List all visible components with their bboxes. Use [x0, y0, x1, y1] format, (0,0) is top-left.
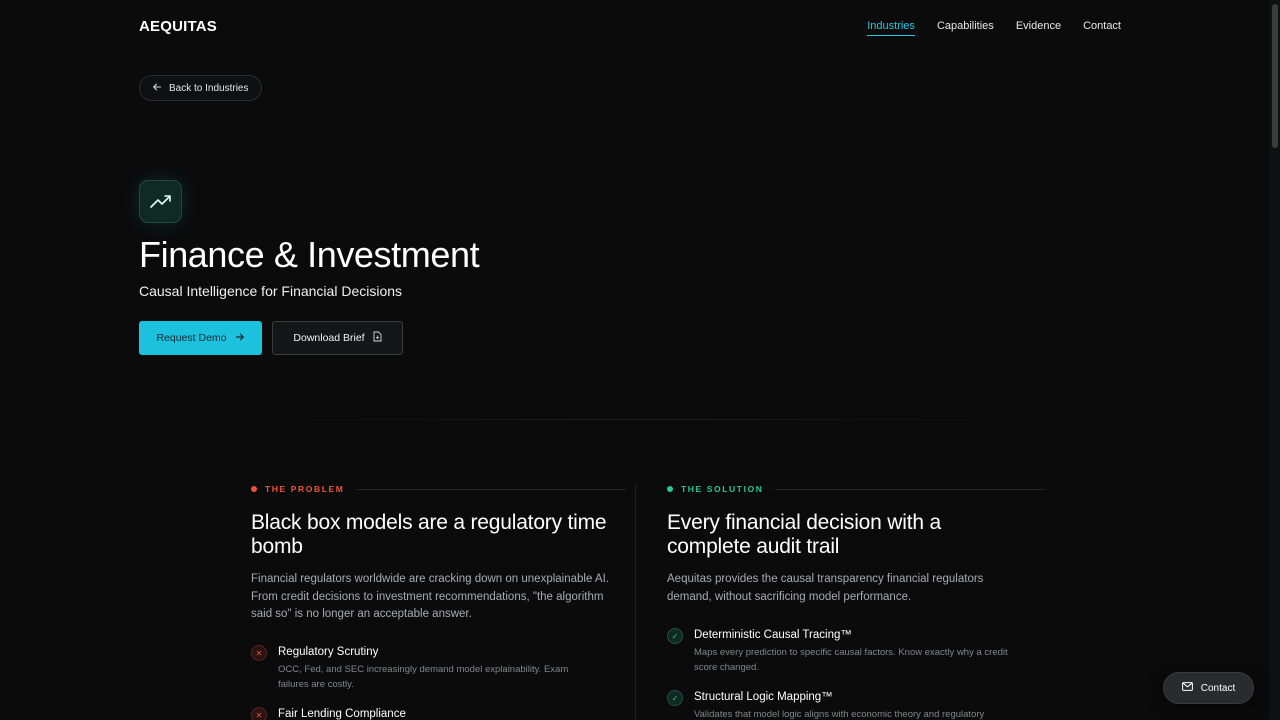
problem-eyebrow: THE PROBLEM	[251, 484, 627, 494]
solution-item-title: Structural Logic Mapping™	[694, 691, 833, 703]
problem-title: Black box models are a regulatory time b…	[251, 511, 607, 558]
nav-link-industries[interactable]: Industries	[867, 20, 915, 36]
problem-item-title: Regulatory Scrutiny	[278, 646, 379, 658]
scrollbar-thumb[interactable]	[1272, 4, 1278, 148]
check-icon: ✓	[667, 628, 683, 644]
solution-eyebrow-label: THE SOLUTION	[681, 484, 764, 494]
solution-item-desc: Maps every prediction to specific causal…	[694, 647, 1008, 673]
solution-eyebrow: THE SOLUTION	[667, 484, 1046, 494]
back-button-label: Back to Industries	[169, 82, 249, 94]
solution-item: ✓ Structural Logic Mapping™ Validates th…	[667, 690, 1014, 720]
check-icon: ✓	[667, 690, 683, 706]
solution-item: ✓ Deterministic Causal Tracing™ Maps eve…	[667, 628, 1014, 675]
nav-link-capabilities[interactable]: Capabilities	[937, 20, 994, 36]
arrow-right-icon	[235, 332, 245, 345]
x-icon: ✕	[251, 645, 267, 661]
red-dot-icon	[251, 486, 257, 492]
column-divider	[635, 484, 636, 720]
document-icon	[373, 331, 382, 345]
download-brief-label: Download Brief	[293, 332, 365, 344]
problem-item-desc: OCC, Fed, and SEC increasingly demand mo…	[278, 664, 569, 690]
mail-icon	[1181, 682, 1193, 694]
section-divider	[240, 419, 1040, 420]
contact-floating-button[interactable]: Contact	[1163, 672, 1254, 704]
solution-item-desc: Validates that model logic aligns with e…	[694, 709, 985, 720]
x-icon: ✕	[251, 707, 267, 720]
solution-body: Aequitas provides the causal transparenc…	[667, 573, 984, 603]
problem-eyebrow-label: THE PROBLEM	[265, 484, 345, 494]
request-demo-button[interactable]: Request Demo	[139, 321, 262, 355]
solution-item-title: Deterministic Causal Tracing™	[694, 629, 852, 641]
solution-title: Every financial decision with a complete…	[667, 511, 941, 558]
problem-body: Financial regulators worldwide are crack…	[251, 573, 609, 620]
top-nav: AEQUITAS Industries Capabilities Evidenc…	[0, 0, 1270, 56]
page-subtitle: Causal Intelligence for Financial Decisi…	[139, 283, 403, 299]
nav-link-contact[interactable]: Contact	[1083, 20, 1121, 36]
request-demo-label: Request Demo	[156, 332, 227, 344]
nav-link-evidence[interactable]: Evidence	[1016, 20, 1061, 36]
nav-links: Industries Capabilities Evidence Contact	[867, 20, 1121, 36]
arrow-left-icon	[152, 82, 162, 95]
green-dot-icon	[667, 486, 673, 492]
page-scrollbar[interactable]	[1270, 0, 1280, 720]
eyebrow-rule	[775, 488, 1046, 490]
logo[interactable]: AEQUITAS	[139, 18, 217, 35]
problem-item-title: Fair Lending Compliance	[278, 708, 406, 720]
back-to-industries-button[interactable]: Back to Industries	[139, 75, 263, 101]
problem-item: ✕ Regulatory Scrutiny OCC, Fed, and SEC …	[251, 645, 598, 692]
eyebrow-rule	[356, 488, 627, 490]
download-brief-button[interactable]: Download Brief	[272, 321, 403, 355]
trending-up-icon	[139, 180, 182, 223]
problem-item: ✕ Fair Lending Compliance	[251, 707, 406, 720]
contact-fab-label: Contact	[1200, 682, 1236, 694]
page-title: Finance & Investment	[139, 234, 480, 275]
